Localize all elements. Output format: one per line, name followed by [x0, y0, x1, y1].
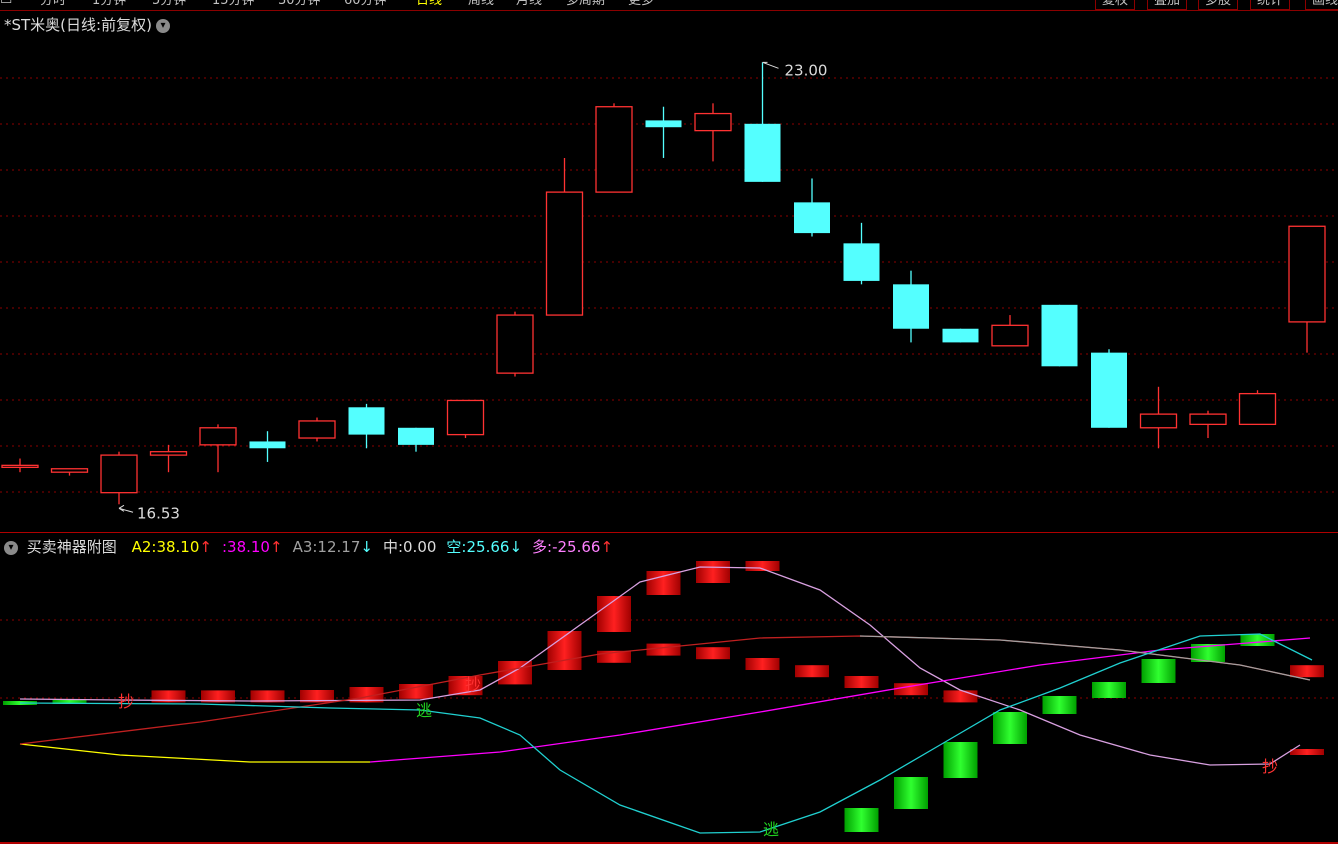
indicator-red-bar: [894, 683, 928, 696]
indicator-arrow: ↑: [269, 538, 283, 556]
candle-body: [694, 112, 732, 132]
indicator-red-bar: [844, 676, 879, 688]
indicator-label: A2:: [131, 538, 157, 556]
candle-body: [893, 284, 929, 329]
signal-buy: 抄: [465, 675, 481, 694]
signal-buy: 抄: [1262, 757, 1278, 776]
indicator-item: :38.10↑: [222, 538, 283, 556]
candle-body: [298, 420, 336, 439]
candle-body: [199, 427, 237, 446]
candle-body: [50, 468, 89, 473]
indicator-value: 0.00: [403, 538, 437, 556]
indicator-green-block: [943, 742, 978, 778]
indicator-value: 38.10: [156, 538, 200, 556]
indicator-red-bar: [646, 643, 681, 656]
indicator-label: 中:: [382, 538, 404, 556]
indicator-arrow: ↑: [199, 538, 212, 556]
line-purple-light: [19, 566, 1301, 766]
high-marker: [762, 61, 779, 69]
indicator-label: 多:: [532, 538, 553, 556]
signal-escape: 逃: [763, 820, 779, 839]
indicator-red-bar: [745, 658, 780, 670]
indicator-green-block: [894, 777, 928, 809]
signal-buy: 抄: [118, 692, 134, 711]
indicator-value: 25.66: [466, 538, 510, 556]
indicator-red-block: [349, 687, 384, 693]
candle-body: [595, 106, 633, 193]
candle-body: [1238, 392, 1277, 426]
indicator-item: 中:0.00: [383, 538, 436, 556]
candle-body: [1091, 352, 1127, 428]
candle-body: [1139, 413, 1178, 429]
low-marker: [118, 504, 134, 513]
indicator-red-bar: [943, 690, 978, 703]
indicator-arrow: ↑: [600, 538, 614, 556]
chevron-down-icon[interactable]: ▾: [155, 18, 170, 33]
candle-body: [794, 202, 830, 234]
high-price-label: 23.00: [785, 61, 828, 79]
candle-body: [942, 328, 979, 343]
candle-body: [991, 324, 1029, 347]
candle-body: [1288, 225, 1326, 323]
candle-body: [843, 243, 880, 281]
indicator-item: 多:-25.66↑: [532, 538, 613, 556]
candle-body: [1041, 304, 1078, 367]
indicator-item: 空:25.66↓: [446, 538, 522, 556]
candle-body: [348, 407, 385, 435]
indicator-red-block: [696, 561, 730, 583]
indicator-red-block: [646, 571, 681, 595]
panel-divider[interactable]: [0, 532, 1338, 533]
indicator-red-block: [300, 690, 334, 696]
indicator-label: 空:: [446, 538, 467, 556]
indicator-item: A3:12.17↓: [293, 538, 373, 556]
stock-title-text: *ST米奥(日线:前复权): [4, 16, 152, 34]
stock-title[interactable]: *ST米奥(日线:前复权) ▾: [4, 14, 170, 35]
indicator-green-block: [1092, 682, 1126, 698]
candle-body: [100, 454, 138, 494]
indicator-red-block: [201, 693, 235, 699]
indicator-red-block: [151, 693, 186, 699]
indicator-arrow: ↓: [360, 538, 373, 556]
indicator-red-bar: [696, 647, 730, 660]
indicator-value: -25.66: [552, 538, 601, 556]
indicator-red-block: [1290, 749, 1324, 755]
indicator-header: ▾ 买卖神器附图 A2:38.10↑:38.10↑ A3:12.17↓ 中:0.00…: [4, 536, 617, 557]
candle-body: [744, 123, 781, 182]
indicator-value: 38.10: [227, 538, 270, 556]
indicator-label: A3:: [292, 538, 318, 556]
indicator-item: A2:38.10↑: [132, 538, 212, 556]
line-yellow: [19, 743, 370, 763]
candle-body: [545, 191, 584, 316]
candle-body: [398, 427, 434, 445]
indicator-values: A2:38.10↑:38.10↑ A3:12.17↓ 中:0.00 空:25.66↓ 多…: [124, 538, 615, 556]
indicator-green-block: [1042, 696, 1077, 714]
indicator-green-block: [1141, 659, 1176, 683]
indicator-arrow: ↓: [509, 538, 523, 556]
candle-body: [149, 451, 188, 456]
candle-body: [249, 441, 286, 449]
indicator-red-block: [250, 692, 285, 698]
indicator-value: 12.17: [317, 538, 361, 556]
candle-body: [1189, 413, 1227, 426]
indicator-red-bar: [1290, 665, 1324, 678]
indicator-green-block: [993, 712, 1027, 744]
candle-body: [645, 120, 682, 128]
indicator-name[interactable]: 买卖神器附图: [27, 538, 117, 556]
candle-body: [1, 464, 39, 469]
line-cyan: [19, 633, 1313, 834]
signal-escape: 逃: [416, 701, 432, 720]
indicator-red-bar: [795, 665, 829, 678]
indicator-green-block: [844, 808, 879, 832]
indicator-green-block: [1240, 634, 1275, 646]
candle-body: [446, 399, 485, 436]
chevron-down-icon[interactable]: ▾: [4, 540, 18, 555]
candle-body: [496, 314, 534, 374]
low-price-label: 16.53: [137, 504, 180, 522]
chart-canvas[interactable]: 23.0016.53抄抄抄逃逃: [0, 0, 1338, 844]
